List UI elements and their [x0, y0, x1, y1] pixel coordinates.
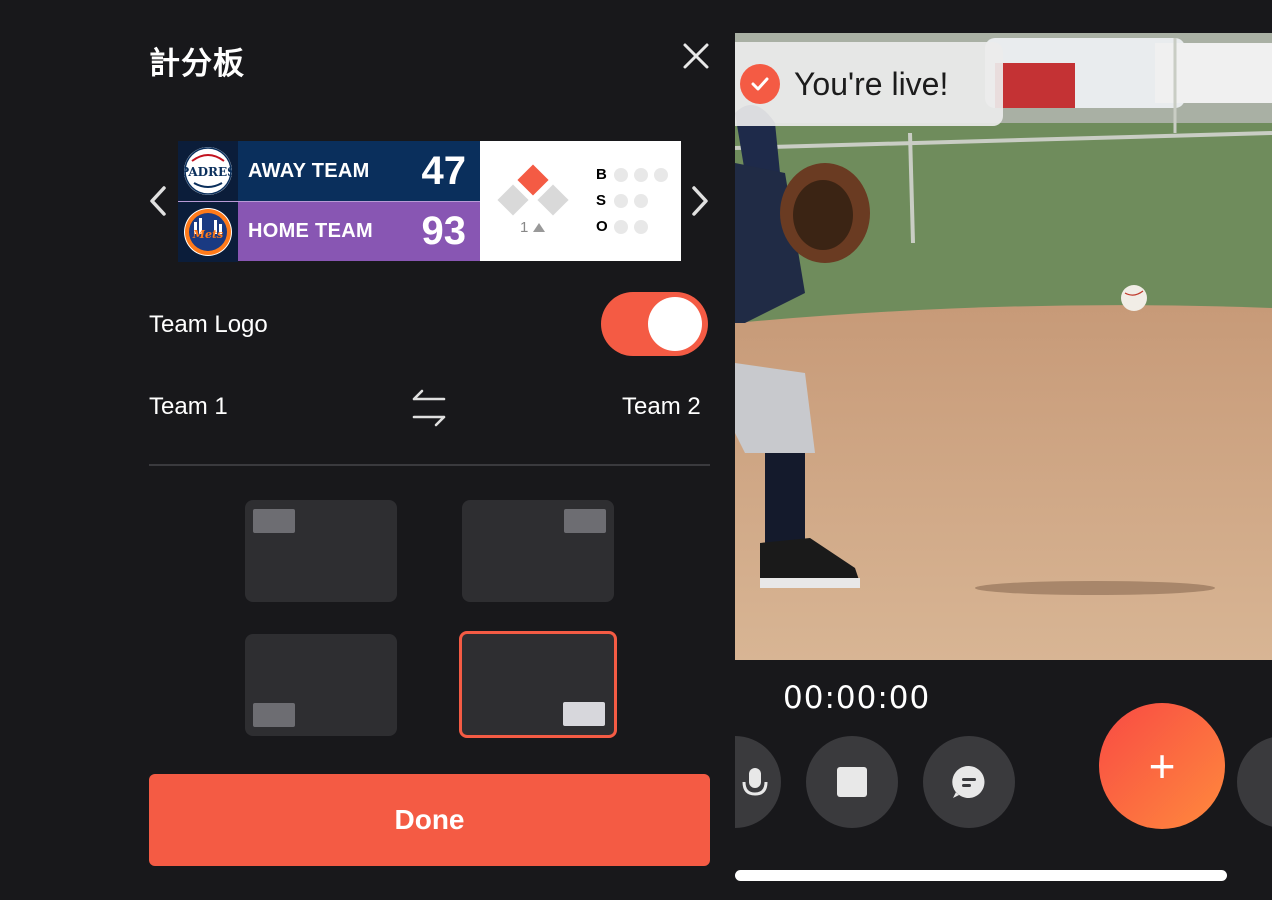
away-team-name: AWAY TEAM	[248, 159, 370, 182]
stream-timer: 00:00:00	[783, 680, 931, 716]
home-team-row: Mets HOME TEAM 93	[178, 201, 480, 262]
strikes-row: S	[596, 192, 654, 209]
second-base-occupied	[517, 164, 549, 196]
next-style-chevron-icon[interactable]	[688, 182, 712, 220]
live-video-preview	[735, 33, 1272, 660]
outs-row: O	[596, 218, 654, 235]
away-logo-box: PADRES	[178, 141, 238, 201]
more-button[interactable]	[1237, 736, 1272, 828]
team1-label: Team 1	[149, 393, 228, 420]
ball-dot	[634, 167, 648, 182]
add-button[interactable]: +	[1099, 703, 1225, 829]
home-team-name: HOME TEAM	[248, 220, 373, 242]
swap-arrows-icon[interactable]	[406, 385, 452, 431]
strikes-label: S	[596, 192, 607, 209]
panel-title: 計分板	[149, 46, 245, 82]
balls-row: B	[596, 166, 674, 183]
away-logo-text: PADRES	[184, 165, 232, 179]
inning-number: 1	[520, 219, 529, 236]
position-top-right[interactable]	[462, 500, 614, 602]
team-logo-toggle[interactable]	[601, 292, 708, 356]
triangle-up-icon	[533, 223, 546, 232]
strike-dot	[614, 193, 628, 208]
toggle-knob	[648, 297, 702, 351]
live-status-banner: You're live!	[735, 42, 1003, 126]
home-logo-box: Mets	[178, 201, 238, 262]
mets-logo: Mets	[184, 207, 232, 256]
close-icon[interactable]	[676, 36, 716, 76]
team-logo-label: Team Logo	[149, 311, 268, 338]
chat-button[interactable]	[923, 736, 1015, 828]
game-state-box: 1 B S O	[480, 141, 681, 261]
scoreboard-mini-preview	[564, 509, 606, 533]
away-team-score: 47	[421, 148, 467, 193]
position-top-left[interactable]	[245, 500, 397, 602]
scoreboard-teams: PADRES AWAY TEAM 47	[178, 141, 480, 262]
first-base-empty	[537, 184, 569, 216]
chat-icon	[952, 765, 985, 798]
home-indicator	[735, 870, 1227, 881]
scoreboard-mini-preview	[253, 509, 295, 533]
stream-controls: 00:00:00 +	[735, 660, 1272, 900]
position-bottom-right[interactable]	[459, 631, 617, 738]
position-bottom-left[interactable]	[245, 634, 397, 736]
scoreboard-settings-panel: 計分板 PADRES	[0, 0, 735, 900]
scoreboard-mini-preview	[253, 703, 295, 727]
away-team-row: PADRES AWAY TEAM 47	[178, 141, 480, 201]
microphone-button[interactable]	[735, 736, 781, 828]
microphone-icon	[742, 768, 768, 796]
divider	[149, 464, 710, 466]
live-status-text: You're live!	[794, 65, 949, 102]
ball-dot	[614, 167, 628, 182]
out-dot	[634, 219, 648, 234]
stop-button[interactable]	[806, 736, 898, 828]
home-logo-text: Mets	[192, 228, 223, 241]
stop-icon	[837, 767, 867, 797]
outs-label: O	[596, 218, 608, 235]
third-base-empty	[497, 184, 529, 216]
previous-style-chevron-icon[interactable]	[146, 182, 170, 220]
home-team-score: 93	[421, 209, 467, 253]
out-dot	[614, 219, 628, 234]
strike-dot	[634, 193, 648, 208]
balls-label: B	[596, 166, 607, 183]
scoreboard-mini-preview	[563, 702, 605, 726]
inning-indicator: 1	[520, 219, 546, 236]
team2-label: Team 2	[622, 393, 701, 420]
ball-dot	[654, 167, 668, 182]
padres-logo: PADRES	[184, 147, 232, 195]
check-circle-icon	[740, 64, 780, 104]
scoreboard-preview: PADRES AWAY TEAM 47	[178, 141, 681, 262]
done-button[interactable]: Done	[149, 774, 710, 866]
